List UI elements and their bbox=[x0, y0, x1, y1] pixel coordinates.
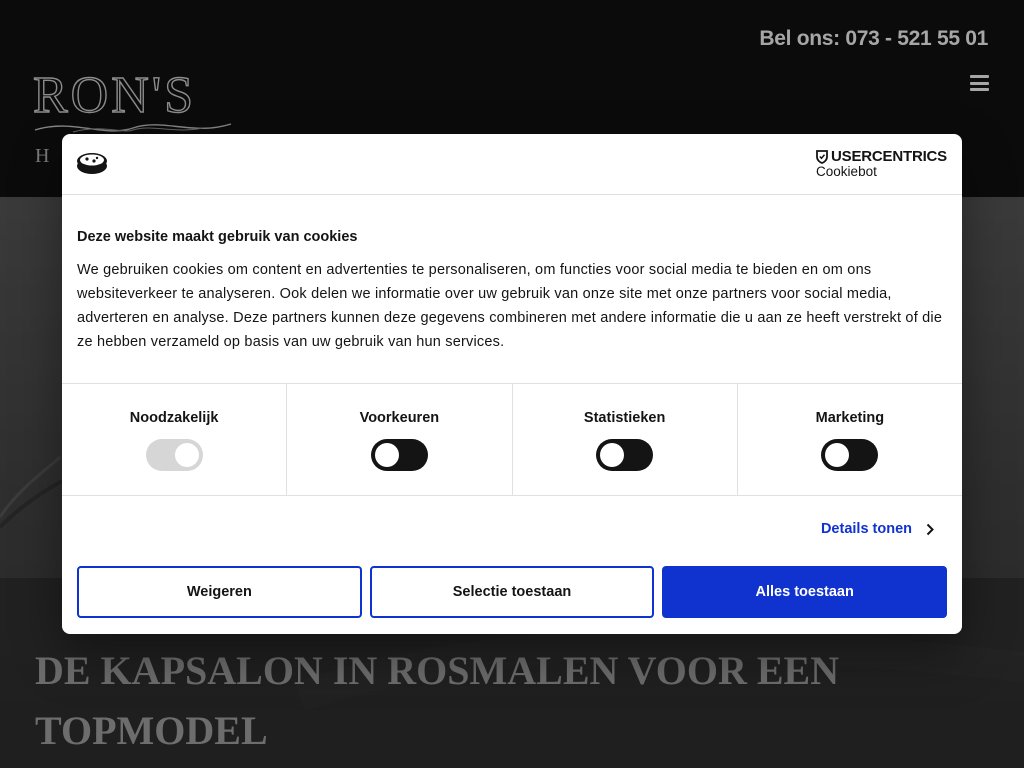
usercentrics-brand[interactable]: USERCENTRICS Cookiebot bbox=[816, 148, 947, 179]
dialog-title: Deze website maakt gebruik van cookies bbox=[77, 229, 358, 245]
dialog-description: We gebruiken cookies om content en adver… bbox=[77, 262, 943, 350]
marketing-switch[interactable] bbox=[821, 439, 879, 471]
toggle-necessary: Noodzakelijk bbox=[62, 384, 288, 495]
reject-button[interactable]: Weigeren bbox=[77, 566, 362, 618]
dialog-buttons: Weigeren Selectie toestaan Alles toestaa… bbox=[62, 566, 962, 618]
statistics-switch[interactable] bbox=[596, 439, 654, 471]
necessary-switch bbox=[145, 439, 203, 471]
toggle-label: Noodzakelijk bbox=[129, 410, 219, 426]
details-label: Details tonen bbox=[820, 521, 912, 537]
toggle-statistics: Statistieken bbox=[513, 384, 738, 495]
cookie-icon bbox=[77, 153, 107, 174]
allow-selection-button[interactable]: Selectie toestaan bbox=[369, 566, 655, 618]
consent-toggles: Noodzakelijk Voorkeuren Statistieken Mar… bbox=[62, 383, 962, 496]
shield-icon bbox=[816, 149, 828, 164]
brand-name: USERCENTRICS bbox=[831, 148, 947, 165]
toggle-preferences: Voorkeuren bbox=[287, 384, 513, 495]
preferences-switch[interactable] bbox=[370, 439, 428, 471]
chevron-right-icon bbox=[926, 523, 934, 535]
dialog-header: USERCENTRICS Cookiebot bbox=[62, 134, 962, 195]
show-details-link[interactable]: Details tonen bbox=[821, 521, 934, 537]
toggle-label: Marketing bbox=[815, 410, 885, 426]
details-row: Details tonen bbox=[62, 496, 962, 566]
toggle-label: Statistieken bbox=[583, 410, 666, 426]
toggle-marketing: Marketing bbox=[738, 384, 962, 495]
dialog-body: Deze website maakt gebruik van cookies W… bbox=[62, 195, 962, 383]
cookie-consent-dialog: USERCENTRICS Cookiebot Deze website maak… bbox=[62, 134, 962, 634]
allow-all-button[interactable]: Alles toestaan bbox=[662, 566, 948, 618]
toggle-label: Voorkeuren bbox=[359, 410, 440, 426]
brand-sub: Cookiebot bbox=[816, 164, 877, 179]
